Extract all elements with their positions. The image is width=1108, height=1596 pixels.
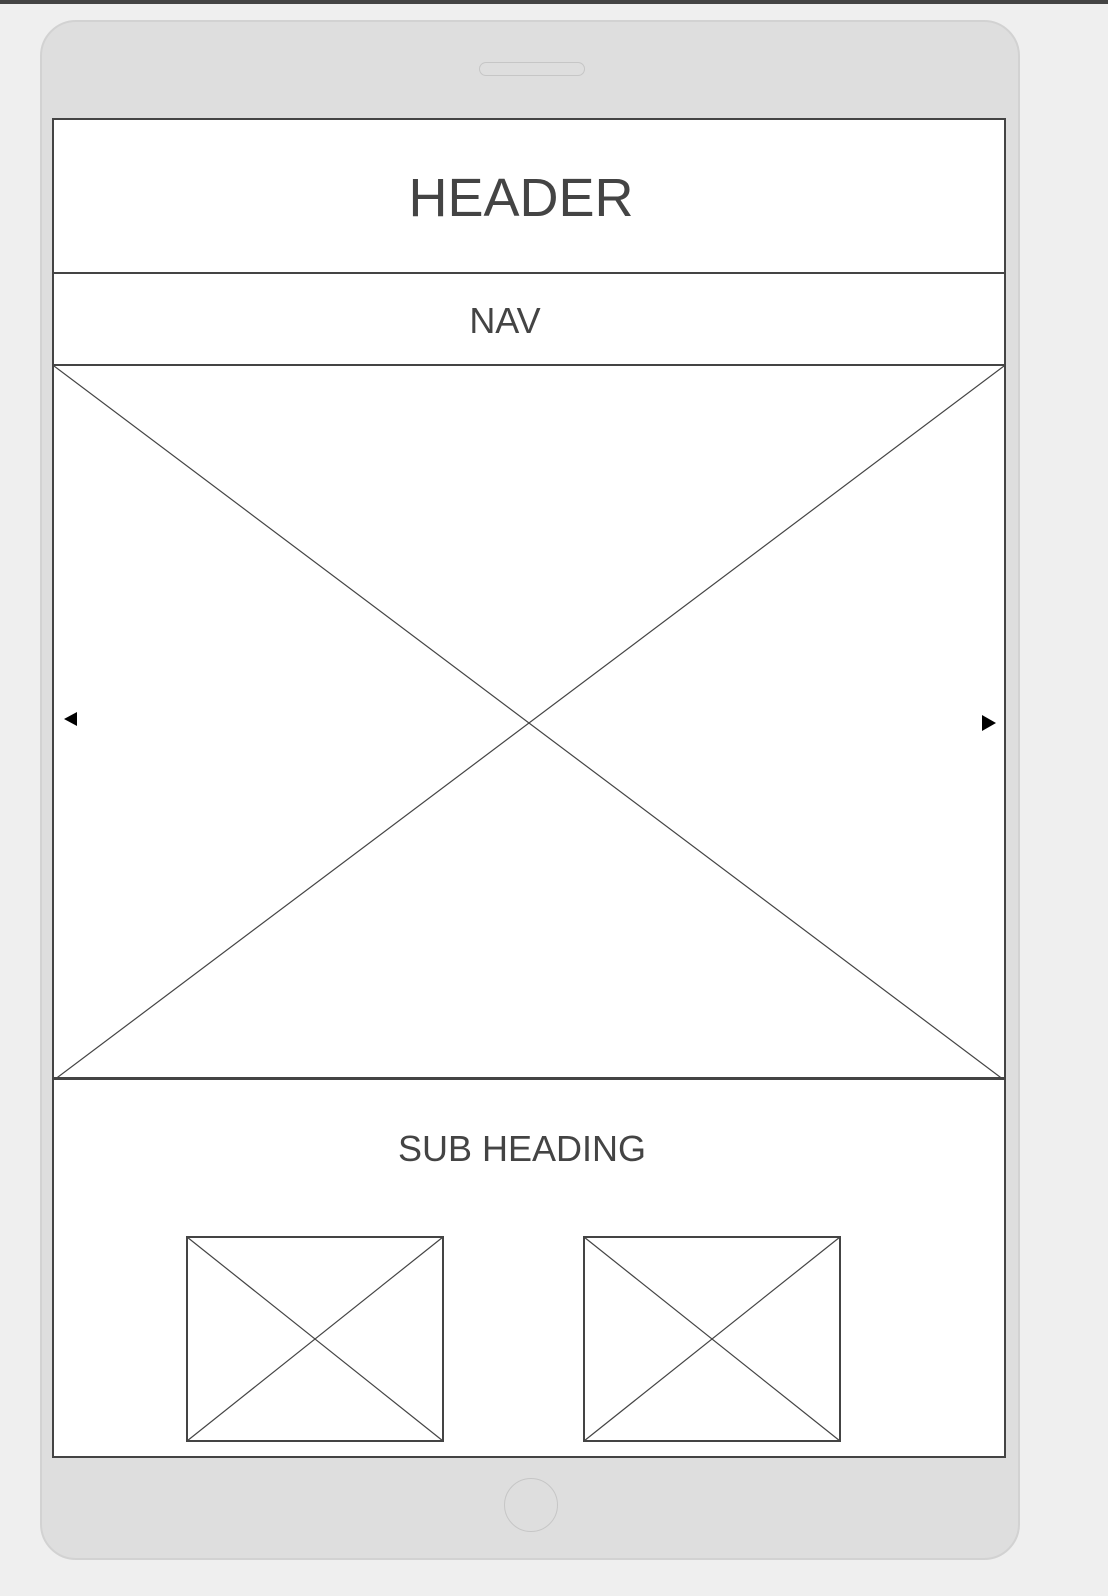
tablet-screen: HEADER NAV SUB HEADING xyxy=(52,118,1006,1458)
content-section: SUB HEADING xyxy=(54,1080,1004,1456)
hero-image-placeholder-icon xyxy=(54,366,1004,1080)
carousel-prev-arrow-icon[interactable] xyxy=(64,712,77,726)
home-button[interactable] xyxy=(504,1478,558,1532)
thumbnail-image-1[interactable] xyxy=(186,1236,444,1442)
thumbnail-image-2[interactable] xyxy=(583,1236,841,1442)
header-title: HEADER xyxy=(408,168,634,228)
nav-bar[interactable]: NAV xyxy=(54,274,1004,366)
sub-heading: SUB HEADING xyxy=(397,1128,647,1169)
top-bar xyxy=(0,0,1108,4)
tablet-speaker xyxy=(479,62,585,76)
hero-image-carousel[interactable] xyxy=(54,366,1004,1080)
image-placeholder-icon xyxy=(583,1236,841,1442)
header-section: HEADER xyxy=(54,120,1004,274)
carousel-next-arrow-icon[interactable] xyxy=(982,715,996,731)
nav-label: NAV xyxy=(469,300,541,341)
image-placeholder-icon xyxy=(186,1236,444,1442)
